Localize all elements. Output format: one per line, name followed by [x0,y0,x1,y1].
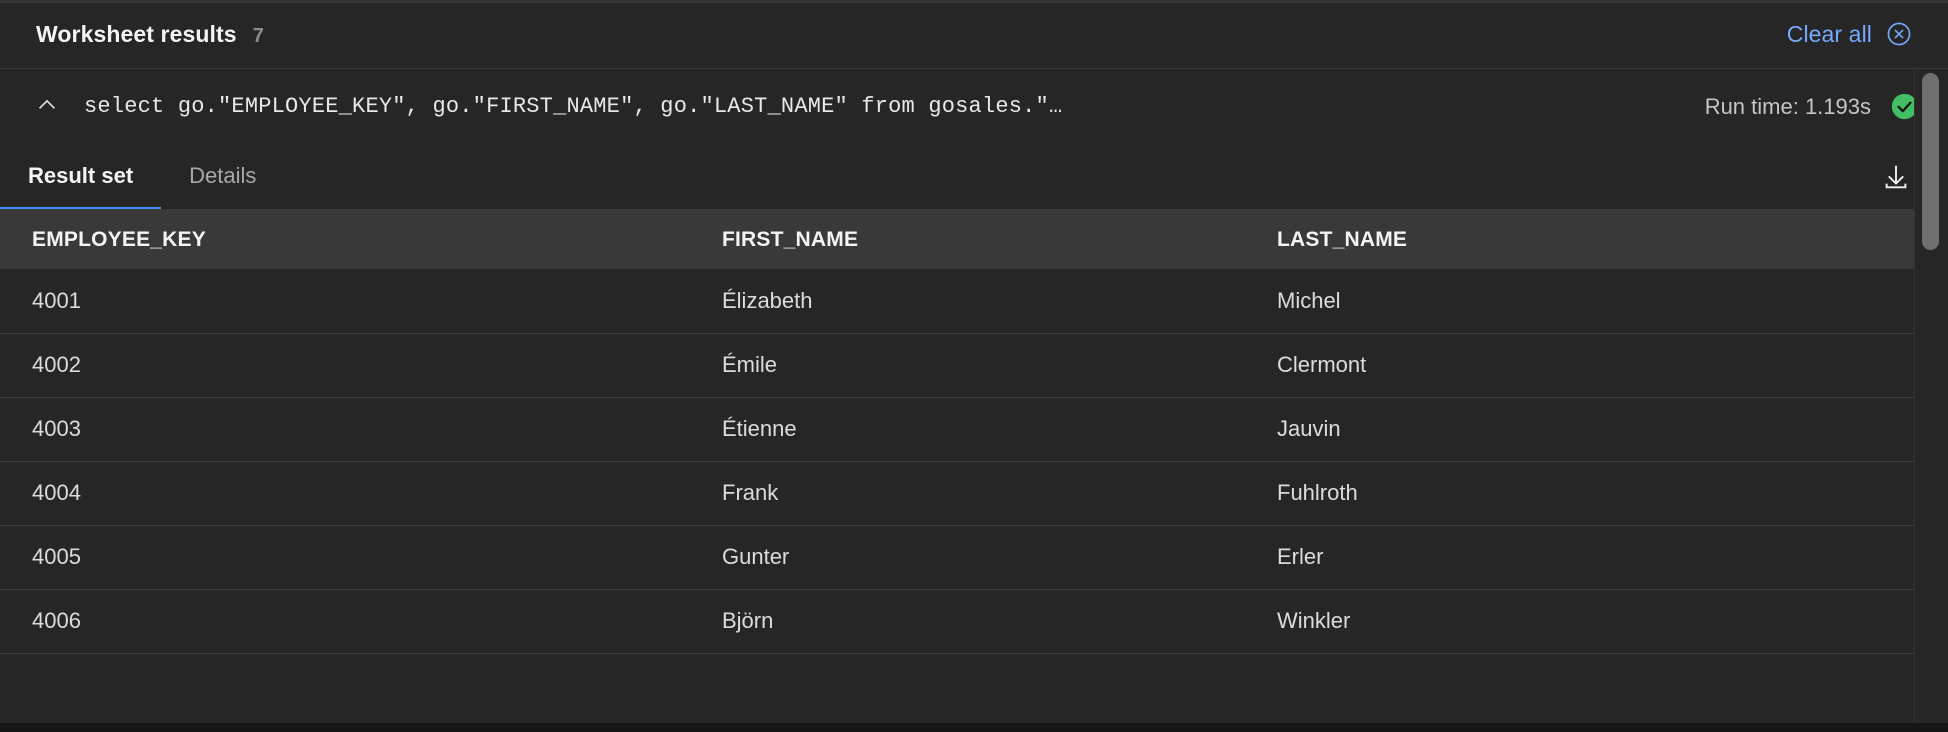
cell-first-name: Élizabeth [690,269,1245,334]
cell-first-name: Étienne [690,397,1245,462]
cell-last-name: Winkler [1245,589,1915,654]
cell-employee-key: 4006 [0,589,690,654]
results-count-badge: 7 [252,24,264,47]
table-row[interactable]: 4005 Gunter Erler [0,525,1915,590]
download-icon [1881,162,1911,195]
query-meta: Run time: 1.193s [1681,93,1918,120]
results-tabs-bar: Result set Details [0,144,1948,210]
results-table-head: EMPLOYEE_KEY FIRST_NAME LAST_NAME [0,210,1915,269]
query-summary-row[interactable]: select go."EMPLOYEE_KEY", go."FIRST_NAME… [0,69,1948,144]
table-header-row: EMPLOYEE_KEY FIRST_NAME LAST_NAME [0,210,1915,269]
clear-all-label: Clear all [1786,20,1872,47]
panel-top-edge [0,0,1948,3]
results-table: EMPLOYEE_KEY FIRST_NAME LAST_NAME 4001 É… [0,210,1915,654]
table-row[interactable]: 4003 Étienne Jauvin [0,397,1915,462]
results-tabs: Result set Details [0,144,284,210]
results-table-container: EMPLOYEE_KEY FIRST_NAME LAST_NAME 4001 É… [0,210,1948,732]
clear-all-button[interactable]: Clear all [1787,21,1912,48]
results-header-right: Clear all [1787,21,1918,48]
cell-first-name: Émile [690,333,1245,398]
cell-last-name: Erler [1245,525,1915,590]
cell-employee-key: 4001 [0,269,690,334]
vertical-scrollbar-thumb[interactable] [1922,73,1939,250]
panel-bottom-edge [0,723,1948,732]
results-header-left: Worksheet results 7 [36,21,264,48]
table-row[interactable]: 4002 Émile Clermont [0,333,1915,398]
cell-last-name: Jauvin [1245,397,1915,462]
cell-employee-key: 4005 [0,525,690,590]
download-results-button[interactable] [1872,154,1920,202]
run-time-label: Run time: 1.193s [1704,93,1871,119]
page-title: Worksheet results [36,20,237,47]
results-table-body: 4001 Élizabeth Michel 4002 Émile Clermon… [0,269,1915,654]
collapse-query-button[interactable] [26,86,68,128]
cell-last-name: Clermont [1245,333,1915,398]
results-header: Worksheet results 7 Clear all [0,0,1948,69]
cell-first-name: Gunter [690,525,1245,590]
cell-last-name: Fuhlroth [1245,461,1915,526]
column-header-employee-key[interactable]: EMPLOYEE_KEY [0,210,690,269]
tab-details[interactable]: Details [161,144,284,210]
table-row[interactable]: 4006 Björn Winkler [0,589,1915,654]
close-circle-icon [1886,21,1912,47]
cell-last-name: Michel [1245,269,1915,334]
table-row[interactable]: 4004 Frank Fuhlroth [0,461,1915,526]
column-header-last-name[interactable]: LAST_NAME [1245,210,1915,269]
cell-employee-key: 4002 [0,333,690,398]
chevron-up-icon [36,94,58,119]
cell-first-name: Björn [690,589,1245,654]
table-row[interactable]: 4001 Élizabeth Michel [0,269,1915,334]
query-sql-text: select go."EMPLOYEE_KEY", go."FIRST_NAME… [84,94,1063,119]
worksheet-results-panel: Worksheet results 7 Clear all select go.… [0,0,1948,732]
cell-employee-key: 4004 [0,461,690,526]
tab-result-set[interactable]: Result set [0,144,162,210]
cell-employee-key: 4003 [0,397,690,462]
vertical-scrollbar[interactable] [1914,69,1948,723]
column-header-first-name[interactable]: FIRST_NAME [690,210,1245,269]
cell-first-name: Frank [690,461,1245,526]
